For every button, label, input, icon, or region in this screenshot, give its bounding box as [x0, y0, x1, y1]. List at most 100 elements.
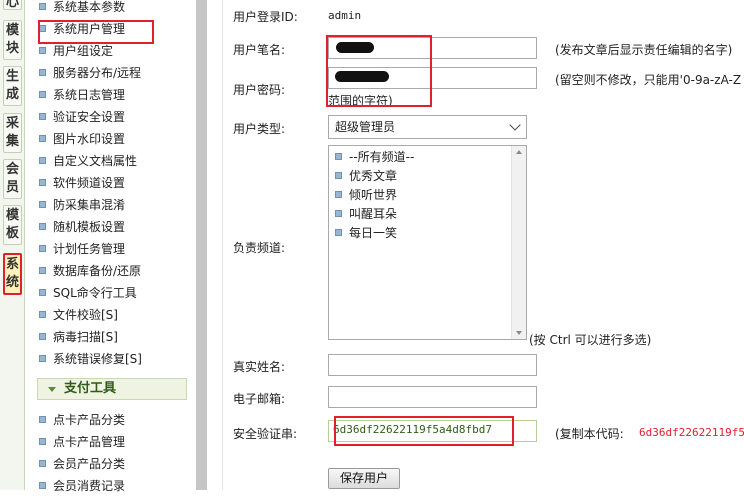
- nav-tab-char: 心: [5, 0, 19, 10]
- panel-splitter[interactable]: [196, 0, 207, 490]
- channel-option-label: 倾听世界: [349, 188, 398, 202]
- menu-item-label: 服务器分布/远程: [53, 66, 142, 80]
- channel-option-label: --所有频道--: [349, 150, 415, 164]
- menu-item[interactable]: 系统日志管理: [39, 85, 125, 105]
- menu-item-label: 验证安全设置: [53, 110, 126, 124]
- bullet-icon: [39, 460, 46, 467]
- menu-item-label: 防采集串混淆: [53, 198, 126, 212]
- nav-tab-4[interactable]: 会员: [3, 159, 22, 199]
- menu-item[interactable]: 用户组设定: [39, 41, 113, 61]
- pay-menu-item-label: 会员产品分类: [53, 457, 126, 471]
- menu-item-label: SQL命令行工具: [53, 286, 137, 300]
- menu-item[interactable]: 验证安全设置: [39, 107, 125, 127]
- pay-menu-item-label: 点卡产品管理: [53, 435, 126, 449]
- nav-tab-char: 员: [5, 180, 19, 195]
- save-user-button[interactable]: 保存用户: [328, 468, 400, 489]
- menu-item[interactable]: 病毒扫描[S]: [39, 327, 118, 347]
- bullet-icon: [335, 153, 342, 160]
- real-name-input[interactable]: [328, 354, 537, 376]
- menu-item[interactable]: SQL命令行工具: [39, 283, 137, 303]
- user-type-selected: 超级管理员: [335, 120, 396, 134]
- bullet-icon: [39, 135, 46, 142]
- bullet-icon: [39, 69, 46, 76]
- menu-item-label: 数据库备份/还原: [53, 264, 142, 278]
- section-pay-tools[interactable]: 支付工具: [37, 378, 187, 400]
- channel-option[interactable]: 每日一笑: [335, 224, 397, 243]
- chevron-down-icon: [509, 119, 521, 131]
- bullet-icon: [39, 201, 46, 208]
- nav-tab-6[interactable]: 系统: [3, 253, 22, 295]
- email-input[interactable]: [328, 386, 537, 408]
- scroll-up-icon[interactable]: [516, 150, 522, 154]
- channel-option-label: 优秀文章: [349, 169, 398, 183]
- menu-item[interactable]: 图片水印设置: [39, 129, 125, 149]
- channel-option[interactable]: 倾听世界: [335, 186, 397, 205]
- bullet-icon: [39, 113, 46, 120]
- menu-item-label: 系统用户管理: [53, 22, 126, 36]
- menu-item-label: 随机模板设置: [53, 220, 126, 234]
- bullet-icon: [39, 91, 46, 98]
- menu-item[interactable]: 随机模板设置: [39, 217, 125, 237]
- redacted-pen-name: [336, 42, 374, 53]
- safe-code-input[interactable]: 6d36df22622119f5a4d8fbd7: [328, 420, 537, 442]
- bullet-icon: [39, 355, 46, 362]
- channel-option[interactable]: --所有频道--: [335, 148, 414, 167]
- menu-item[interactable]: 文件校验[S]: [39, 305, 118, 325]
- user-type-select[interactable]: 超级管理员: [328, 115, 527, 139]
- bullet-icon: [39, 223, 46, 230]
- menu-item-label: 图片水印设置: [53, 132, 126, 146]
- bullet-icon: [39, 482, 46, 489]
- nav-tab-char: 会: [5, 162, 19, 177]
- pen-name-label: 用户笔名:: [233, 43, 286, 57]
- menu-item[interactable]: 软件频道设置: [39, 173, 125, 193]
- menu-item[interactable]: 服务器分布/远程: [39, 63, 141, 83]
- pay-menu-item-label: 点卡产品分类: [53, 413, 126, 427]
- channel-option[interactable]: 优秀文章: [335, 167, 397, 186]
- menu-item[interactable]: 系统错误修复[S]: [39, 349, 142, 369]
- real-name-label: 真实姓名:: [233, 360, 286, 374]
- menu-item[interactable]: 防采集串混淆: [39, 195, 125, 215]
- listbox-scrollbar[interactable]: [511, 146, 526, 339]
- menu-item-label: 自定义文档属性: [53, 154, 138, 168]
- bullet-icon: [39, 25, 46, 32]
- nav-tab-0[interactable]: 心: [3, 0, 22, 10]
- nav-tab-1[interactable]: 模块: [3, 20, 22, 60]
- scroll-down-icon[interactable]: [516, 331, 522, 335]
- channels-hint: (按 Ctrl 可以进行多选): [529, 333, 652, 347]
- menu-item[interactable]: 自定义文档属性: [39, 151, 137, 171]
- pay-menu-item-label: 会员消费记录: [53, 479, 126, 493]
- menu-item-label: 文件校验[S]: [53, 308, 118, 322]
- bullet-icon: [39, 416, 46, 423]
- menu-item-label: 系统错误修复[S]: [53, 352, 142, 366]
- nav-tab-2[interactable]: 生成: [3, 66, 22, 106]
- bullet-icon: [39, 3, 46, 10]
- pay-menu-item[interactable]: 会员产品分类: [39, 454, 125, 474]
- bullet-icon: [335, 191, 342, 198]
- nav-tab-5[interactable]: 模板: [3, 205, 22, 245]
- section-pay-tools-title: 支付工具: [64, 381, 117, 396]
- menu-item-label: 病毒扫描[S]: [53, 330, 118, 344]
- nav-tab-char: 模: [5, 23, 19, 38]
- menu-item[interactable]: 系统用户管理: [39, 19, 125, 39]
- pay-menu-item[interactable]: 点卡产品分类: [39, 410, 125, 430]
- bullet-icon: [39, 267, 46, 274]
- pay-menu-item[interactable]: 会员消费记录: [39, 476, 125, 496]
- menu-item[interactable]: 数据库备份/还原: [39, 261, 141, 281]
- copy-code-value: 6d36df22622119f5a4: [639, 426, 744, 439]
- password-label: 用户密码:: [233, 83, 286, 97]
- menu-item[interactable]: 计划任务管理: [39, 239, 125, 259]
- system-menu-panel: 支付工具 系统基本参数系统用户管理用户组设定服务器分布/远程 系统日志管理 验证安全…: [25, 0, 187, 493]
- pay-menu-item[interactable]: 点卡产品管理: [39, 432, 125, 452]
- menu-item-label: 系统日志管理: [53, 88, 126, 102]
- channel-option-label: 每日一笑: [349, 226, 398, 240]
- bullet-icon: [335, 229, 342, 236]
- channels-listbox[interactable]: --所有频道-- 优秀文章倾听世界叫醒耳朵每日一笑: [328, 145, 527, 340]
- nav-tab-3[interactable]: 采集: [3, 113, 22, 153]
- redacted-password: [335, 71, 389, 82]
- channel-option[interactable]: 叫醒耳朵: [335, 205, 397, 224]
- bullet-icon: [39, 157, 46, 164]
- nav-tab-char: 板: [5, 226, 19, 241]
- bullet-icon: [39, 245, 46, 252]
- vertical-tab-bar: 心模块生成采集会员模板系统: [0, 0, 25, 490]
- menu-item[interactable]: 系统基本参数: [39, 0, 125, 17]
